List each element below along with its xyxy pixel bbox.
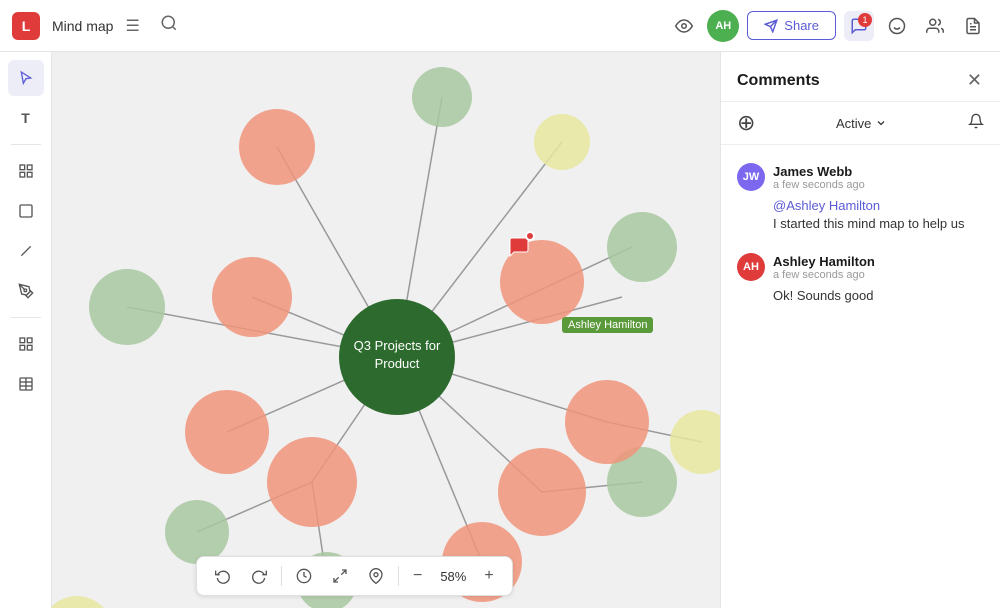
comment-author-info: James Webb a few seconds ago: [773, 164, 865, 191]
user-avatar-ah[interactable]: AH: [707, 10, 739, 42]
toolbar-divider: [281, 566, 282, 586]
zoom-in-button[interactable]: +: [476, 563, 501, 589]
comments-toolbar: ⊕ Active: [721, 102, 1000, 145]
comments-panel-button[interactable]: 1: [844, 11, 874, 41]
fullscreen-button[interactable]: [324, 564, 356, 588]
comment-item: JW James Webb a few seconds ago @Ashley …: [721, 153, 1000, 243]
share-button[interactable]: Share: [747, 11, 836, 40]
redo-button[interactable]: [243, 564, 275, 588]
comment-meta-2: AH Ashley Hamilton a few seconds ago: [737, 253, 984, 281]
top-bar: L Mind map ☰ AH Share 1: [0, 0, 1000, 52]
topbar-right: AH Share 1: [669, 10, 988, 42]
zoom-out-button[interactable]: −: [405, 563, 430, 589]
add-comment-button[interactable]: ⊕: [737, 110, 755, 136]
toolbar-divider: [11, 144, 41, 145]
reactions-button[interactable]: [882, 11, 912, 41]
comment-badge: 1: [858, 13, 872, 27]
location-button[interactable]: [360, 564, 392, 588]
text-tool[interactable]: T: [8, 100, 44, 136]
canvas-area[interactable]: Q3 Projects for Product: [52, 52, 720, 608]
comments-header: Comments ✕: [721, 52, 1000, 102]
table-tool[interactable]: [8, 366, 44, 402]
toolbar-divider-2: [398, 566, 399, 586]
left-toolbar: T: [0, 52, 52, 608]
comment-time: a few seconds ago: [773, 179, 865, 191]
bottom-toolbar: − 58% +: [196, 556, 513, 596]
team-button[interactable]: [920, 11, 950, 41]
svg-text:Q3 Projects for: Q3 Projects for: [354, 338, 441, 353]
cursor-label: Ashley Hamilton: [562, 317, 653, 333]
pages-button[interactable]: [958, 11, 988, 41]
notification-bell-button[interactable]: [968, 113, 984, 134]
rect-tool[interactable]: [8, 193, 44, 229]
avatar-jw: JW: [737, 163, 765, 191]
comment-text: @Ashley Hamilton I started this mind map…: [773, 197, 984, 233]
comment-author: James Webb: [773, 164, 865, 179]
comments-panel: Comments ✕ ⊕ Active JW James Webb: [720, 52, 1000, 608]
frame-tool[interactable]: [8, 153, 44, 189]
comments-list: JW James Webb a few seconds ago @Ashley …: [721, 145, 1000, 608]
comment-time-2: a few seconds ago: [773, 269, 875, 281]
search-button[interactable]: [152, 10, 186, 41]
logo-icon[interactable]: L: [12, 12, 40, 40]
app-title: Mind map: [52, 18, 113, 34]
avatar-ah2: AH: [737, 253, 765, 281]
undo-button[interactable]: [207, 564, 239, 588]
comment-mention: @Ashley Hamilton: [773, 198, 880, 213]
hamburger-button[interactable]: ☰: [121, 12, 143, 40]
comments-title: Comments: [737, 72, 820, 90]
grid-tool[interactable]: [8, 326, 44, 362]
close-comments-button[interactable]: ✕: [965, 68, 984, 93]
comment-annotation-icon[interactable]: [507, 235, 531, 265]
comment-text-2: Ok! Sounds good: [773, 287, 984, 305]
active-filter-button[interactable]: Active: [836, 116, 887, 131]
comment-meta: JW James Webb a few seconds ago: [737, 163, 984, 191]
view-button[interactable]: [669, 11, 699, 41]
svg-text:Product: Product: [375, 356, 420, 371]
comment-item: AH Ashley Hamilton a few seconds ago Ok!…: [721, 243, 1000, 315]
main-area: T: [0, 52, 1000, 608]
comment-author-info-2: Ashley Hamilton a few seconds ago: [773, 254, 875, 281]
line-tool[interactable]: [8, 233, 44, 269]
comment-author-2: Ashley Hamilton: [773, 254, 875, 269]
history-button[interactable]: [288, 564, 320, 588]
pen-tool[interactable]: [8, 273, 44, 309]
zoom-level: 58%: [434, 569, 472, 584]
select-tool[interactable]: [8, 60, 44, 96]
toolbar-divider-2: [11, 317, 41, 318]
